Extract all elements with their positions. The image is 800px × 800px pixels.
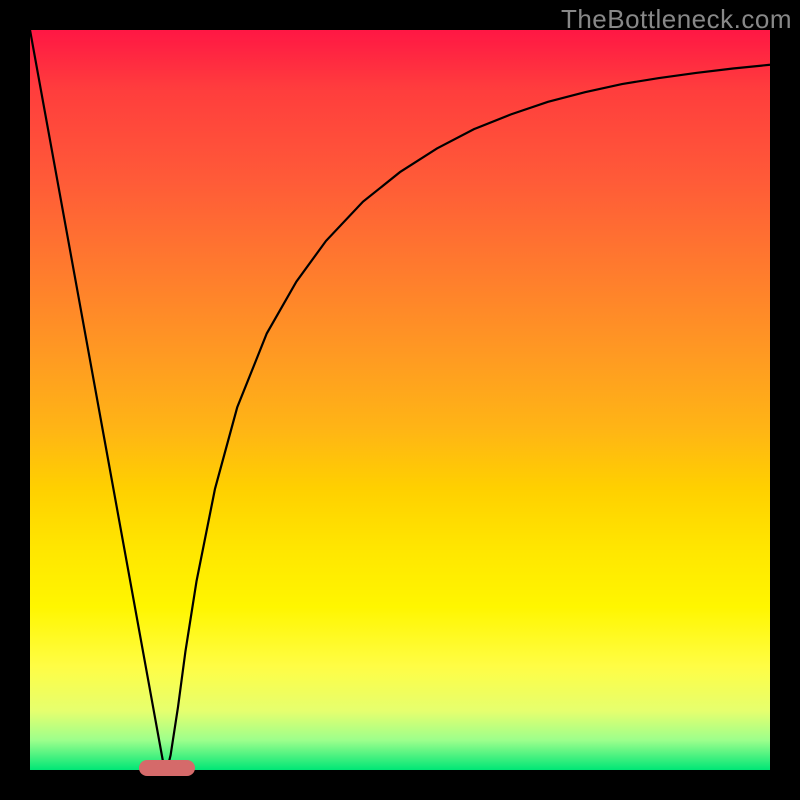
chart-container: TheBottleneck.com (0, 0, 800, 800)
bottleneck-marker (139, 760, 195, 776)
chart-lines-svg (30, 30, 770, 770)
watermark-text: TheBottleneck.com (561, 4, 792, 35)
right-curve-path (167, 65, 770, 770)
left-line-path (30, 30, 167, 770)
